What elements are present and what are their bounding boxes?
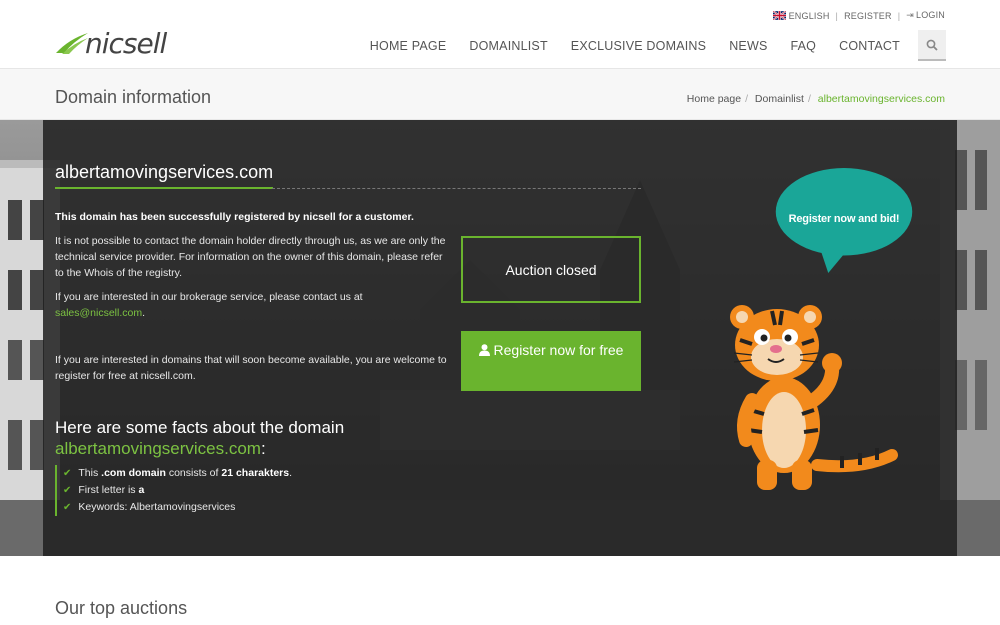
divider: | (897, 10, 901, 21)
divider: | (835, 10, 839, 21)
nav-faq[interactable]: FAQ (791, 39, 817, 53)
nav-domainlist[interactable]: DOMAINLIST (469, 39, 547, 53)
fact-text-part: First letter is (78, 484, 139, 496)
divider: / (807, 93, 811, 105)
sales-email-link[interactable]: sales@nicsell.com (55, 307, 142, 319)
page-title-bar: Domain information Home page / Domainlist… (0, 69, 1000, 120)
register-button-label: Register now for free (493, 342, 624, 358)
domain-hero: albertamovingservices.com This domain ha… (0, 120, 1000, 556)
main-nav: HOME PAGE DOMAINLIST EXCLUSIVE DOMAINS N… (370, 30, 946, 61)
facts-domain: albertamovingservices.com (55, 439, 261, 458)
fact-text: This .com domain consists of 21 charakte… (78, 465, 292, 482)
check-icon: ✔ (63, 485, 72, 496)
auction-status-box: Auction closed (461, 236, 641, 303)
tiger-mascot-image (730, 305, 898, 490)
contact-info-text: It is not possible to contact the domain… (55, 235, 446, 279)
fact-text: First letter is a (78, 482, 144, 499)
check-icon: ✔ (63, 468, 72, 479)
nicsell-logo[interactable]: nicsell (55, 26, 167, 60)
language-selector[interactable]: ENGLISH (772, 10, 830, 21)
list-item: ✔ First letter is a (63, 482, 292, 499)
facts-heading: Here are some facts about the domain alb… (55, 417, 344, 459)
email-suffix: . (142, 307, 146, 319)
fact-bold: a (138, 484, 145, 496)
breadcrumb-home[interactable]: Home page (687, 93, 741, 105)
fact-bold: 21 charakters (221, 467, 290, 479)
nav-news[interactable]: NEWS (729, 39, 767, 53)
nav-contact[interactable]: CONTACT (839, 39, 900, 53)
sign-in-icon: ⇥ (906, 10, 914, 20)
fact-text-part: consists of (165, 467, 222, 479)
breadcrumb-current: albertamovingservices.com (817, 93, 945, 105)
breadcrumb: Home page / Domainlist / albertamovingserv… (687, 93, 945, 105)
domain-heading: albertamovingservices.com (55, 162, 274, 189)
logo-swoosh-icon (56, 33, 88, 54)
register-now-button[interactable]: Register now for free (461, 331, 641, 391)
login-link[interactable]: ⇥ LOGIN (906, 10, 945, 21)
search-button[interactable] (918, 30, 946, 61)
facts-list: ✔ This .com domain consists of 21 charak… (55, 465, 292, 516)
register-link[interactable]: REGISTER (844, 11, 892, 21)
divider: / (745, 93, 748, 105)
utility-links: ENGLISH | REGISTER | ⇥ LOGIN (772, 10, 945, 21)
login-label: LOGIN (915, 10, 945, 20)
list-item: ✔ This .com domain consists of 21 charak… (63, 465, 292, 482)
fact-bold: .com domain (101, 467, 166, 479)
bubble-text[interactable]: Register now and bid! (766, 213, 922, 225)
fact-text-part: . (289, 467, 293, 479)
top-header: ENGLISH | REGISTER | ⇥ LOGIN nicsell HOME… (0, 0, 1000, 69)
brokerage-text: If you are interested in our brokerage s… (55, 289, 450, 321)
brokerage-label: If you are interested in our brokerage s… (55, 291, 363, 303)
facts-title-text: Here are some facts about the domain (55, 418, 345, 437)
registered-notice: This domain has been successfully regist… (55, 211, 414, 223)
register-info-text: If you are interested in domains that wi… (55, 354, 447, 382)
fact-text-part: This (78, 467, 102, 479)
breadcrumb-domainlist[interactable]: Domainlist (755, 93, 804, 105)
facts-colon: : (260, 439, 266, 458)
auction-status-label: Auction closed (505, 261, 597, 278)
logo-text: nicsell (85, 26, 167, 60)
check-icon: ✔ (63, 502, 72, 513)
language-label: ENGLISH (788, 10, 830, 21)
list-item: ✔ Keywords: Albertamovingservices (63, 499, 292, 516)
fact-text: Keywords: Albertamovingservices (78, 501, 236, 513)
nav-home-page[interactable]: HOME PAGE (370, 39, 447, 53)
page-title: Domain information (55, 87, 212, 107)
heading-divider (272, 188, 641, 189)
top-auctions-heading: Our top auctions (55, 598, 188, 618)
search-icon (926, 39, 938, 51)
uk-flag-icon (772, 10, 786, 20)
nav-exclusive-domains[interactable]: EXCLUSIVE DOMAINS (571, 39, 706, 53)
user-icon (478, 344, 490, 356)
